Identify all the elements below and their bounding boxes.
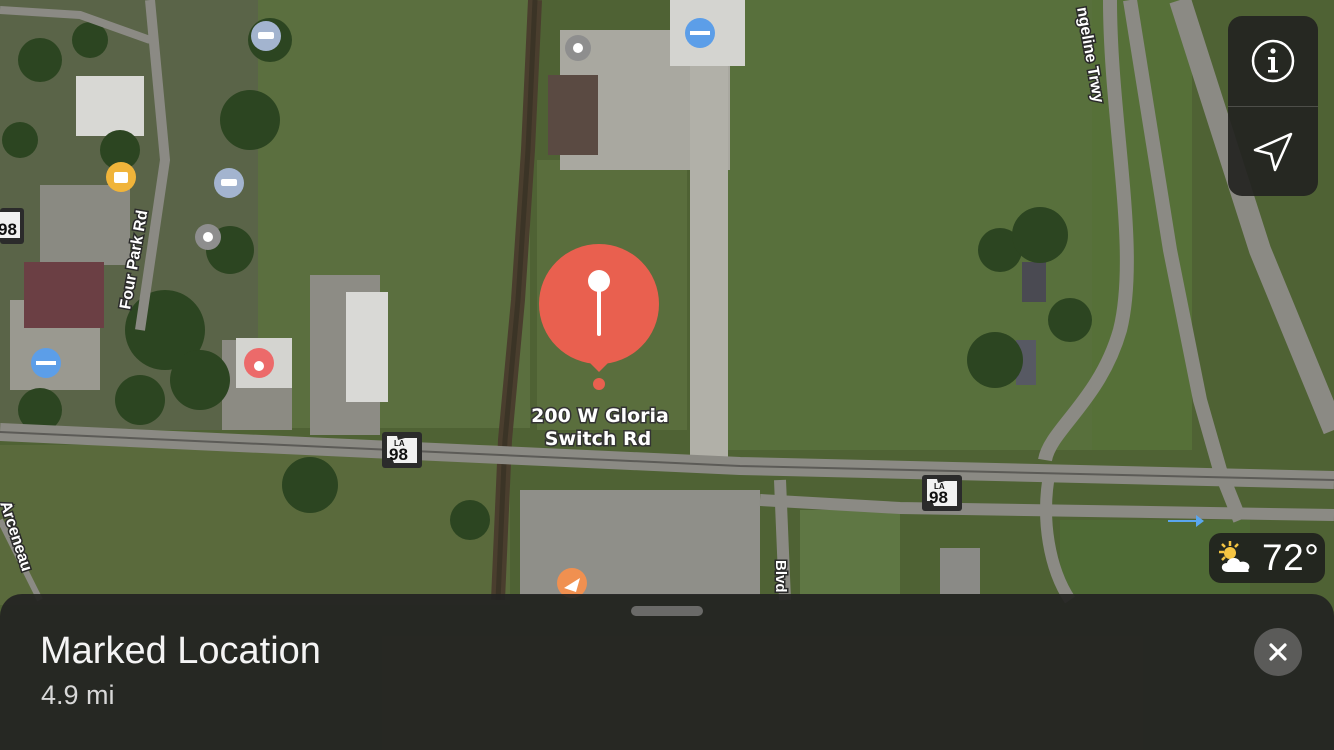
fitness-icon[interactable] [31, 348, 61, 378]
car-service-icon[interactable] [251, 21, 281, 51]
partly-sunny-icon [1219, 541, 1250, 572]
route-shield: LA 98 [382, 432, 422, 468]
svg-text:98: 98 [929, 488, 948, 507]
weather-badge[interactable]: 72° [1209, 533, 1325, 583]
shopping-bag-icon[interactable] [106, 162, 136, 192]
field [0, 445, 510, 605]
building [76, 76, 144, 136]
pin-label-line1: 200 W Gloria [531, 405, 669, 427]
place-distance: 4.9 mi [41, 680, 115, 710]
temperature: 72° [1262, 537, 1320, 578]
route-shield: LA 98 [922, 475, 962, 511]
car-service-icon[interactable] [214, 168, 244, 198]
sheet-grabber[interactable] [631, 606, 703, 616]
parking-lot [520, 490, 760, 595]
place-title: Marked Location [40, 630, 321, 672]
info-icon [1251, 39, 1295, 83]
map-controls [1228, 16, 1318, 196]
pet-icon[interactable] [244, 348, 274, 378]
pin-label-line2: Switch Rd [545, 428, 651, 450]
fitness-icon[interactable] [685, 18, 715, 48]
close-icon [1269, 643, 1287, 661]
generic-poi-icon[interactable] [565, 35, 591, 61]
building [24, 262, 104, 328]
building [346, 292, 388, 402]
location-arrow-icon [1253, 132, 1293, 172]
location-button[interactable] [1228, 107, 1318, 196]
svg-text:98: 98 [0, 220, 17, 239]
svg-text:98: 98 [389, 445, 408, 464]
field [258, 0, 530, 428]
close-button[interactable] [1254, 628, 1302, 676]
generic-poi-icon[interactable] [195, 224, 221, 250]
road-label-blvd: Blvd [772, 560, 789, 593]
route-shield: 98 [0, 208, 24, 244]
info-button[interactable] [1228, 16, 1318, 106]
building [548, 75, 598, 155]
